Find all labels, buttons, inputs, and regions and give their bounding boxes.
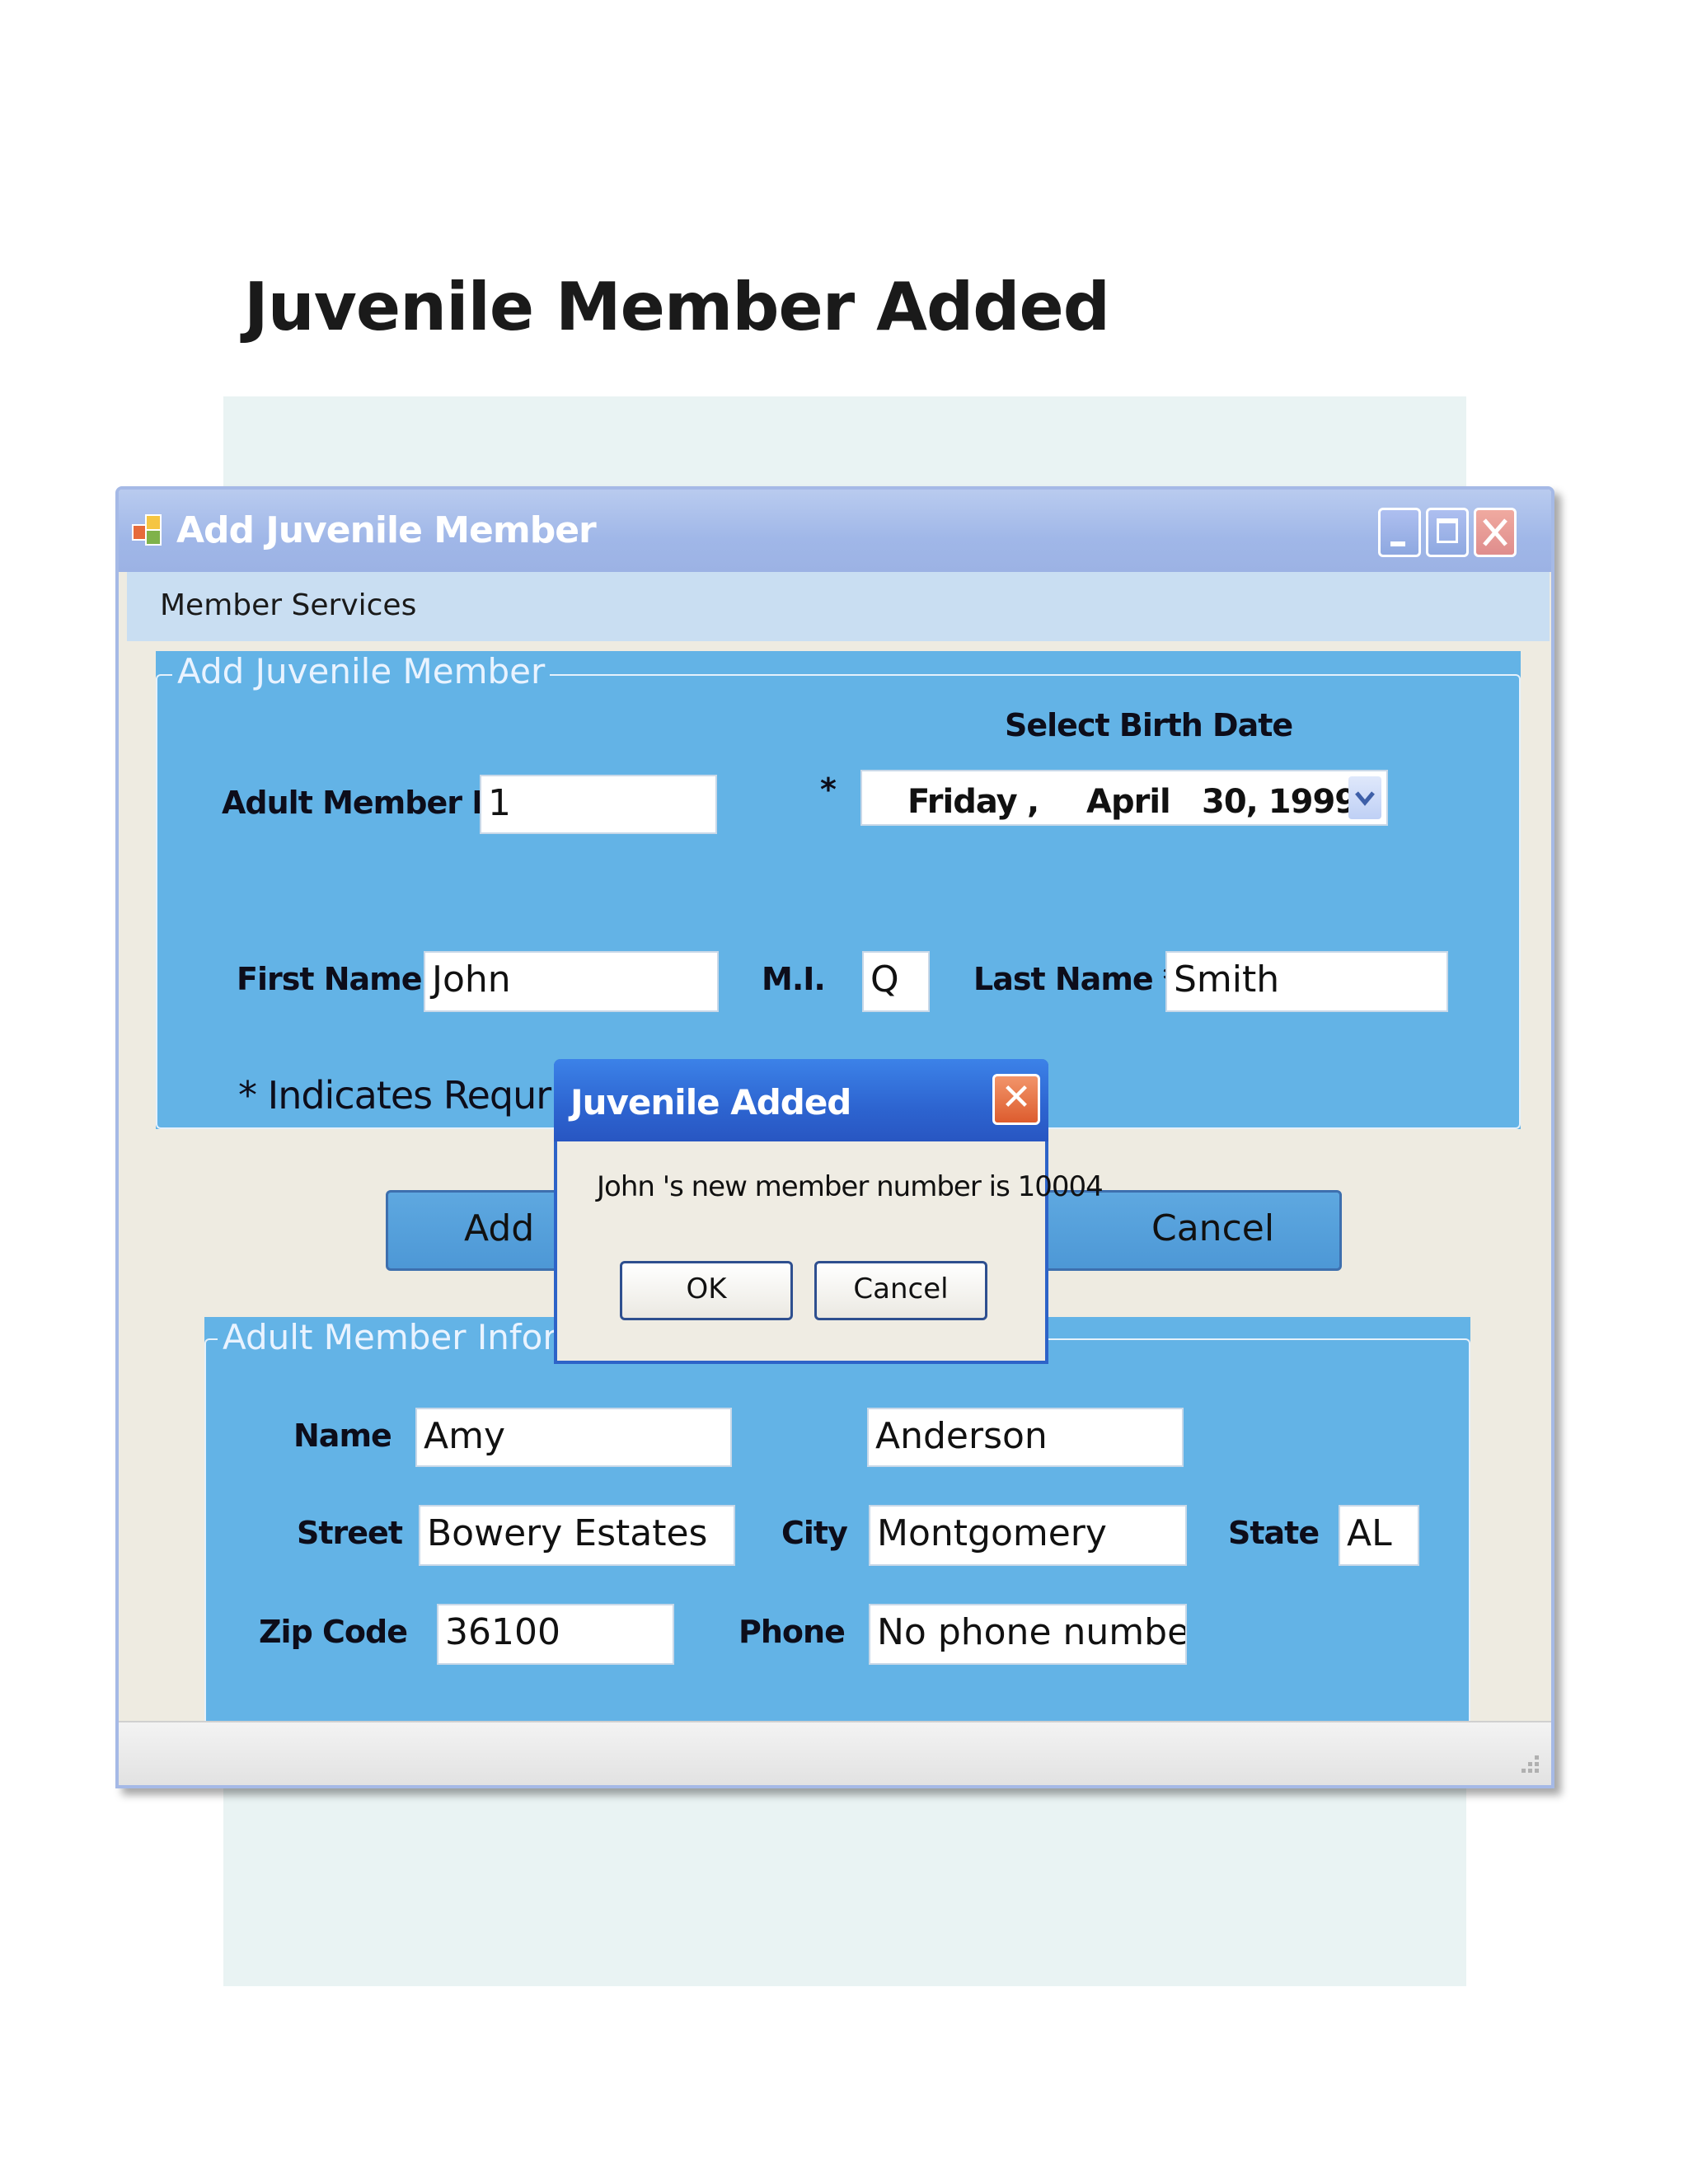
app-icon [132, 514, 163, 547]
mi-input[interactable]: Q [862, 951, 930, 1012]
birth-date-weekday: Friday [907, 783, 1018, 821]
state-label: State [1228, 1515, 1320, 1551]
city-field: Montgomery [869, 1505, 1187, 1566]
window-title: Add Juvenile Member [176, 509, 597, 551]
first-name-input[interactable]: John [424, 951, 719, 1012]
last-name-input[interactable]: Smith [1165, 951, 1448, 1012]
adult-first-name-field: Amy [415, 1408, 732, 1467]
dialog-message: John 's new member number is 10004 [597, 1170, 1104, 1203]
maximize-icon[interactable] [1426, 508, 1469, 557]
menu-member-services[interactable]: Member Services [160, 588, 416, 622]
ok-button[interactable]: OK [620, 1261, 793, 1320]
birth-date-month: April [1086, 783, 1171, 821]
city-label: City [781, 1515, 848, 1551]
dialog-cancel-button[interactable]: Cancel [814, 1261, 987, 1320]
required-note: * Indicates Requrie [238, 1073, 584, 1118]
title-bar[interactable]: Add Juvenile Member [119, 490, 1551, 572]
first-name-label: First Name * [237, 961, 448, 997]
close-icon[interactable] [1474, 508, 1517, 557]
page-title: Juvenile Member Added [244, 269, 1110, 345]
zip-code-field: 36100 [437, 1604, 674, 1665]
last-name-label: Last Name * [973, 961, 1179, 997]
phone-field: No phone number [869, 1604, 1187, 1665]
phone-label: Phone [738, 1614, 846, 1650]
mi-label: M.I. [762, 961, 826, 997]
birth-date-required: * [820, 771, 837, 808]
state-field: AL [1339, 1505, 1419, 1566]
birth-date-day-year: 30, 1999 [1202, 783, 1357, 821]
dialog-title: Juvenile Added [570, 1082, 851, 1122]
name-label: Name [293, 1418, 392, 1454]
birth-date-label: Select Birth Date [1005, 707, 1293, 743]
adult-member-id-input[interactable]: 1 [480, 775, 717, 834]
status-bar [119, 1721, 1551, 1785]
zip-code-label: Zip Code [259, 1614, 408, 1650]
birth-date-separator: , [1027, 783, 1039, 821]
minimize-icon[interactable] [1378, 508, 1421, 557]
resize-grip-icon[interactable] [1510, 1747, 1543, 1780]
group-legend: Adult Member Inform [218, 1317, 595, 1357]
adult-last-name-field: Anderson [867, 1408, 1184, 1467]
menu-bar: Member Services [127, 572, 1550, 641]
adult-member-info-group: Adult Member Inform Name Amy Anderson St… [204, 1317, 1470, 1727]
street-label: Street [297, 1515, 403, 1551]
street-field: Bowery Estates [419, 1505, 735, 1566]
juvenile-member-group: Add Juvenile Member Adult Member ID * 1 … [156, 651, 1521, 1129]
birth-date-picker[interactable]: Friday , April 30, 1999 [860, 770, 1388, 826]
close-icon[interactable]: ✕ [992, 1074, 1040, 1125]
dialog-title-bar[interactable]: Juvenile Added ✕ [554, 1059, 1048, 1141]
chevron-down-icon[interactable] [1348, 776, 1381, 819]
group-legend: Add Juvenile Member [172, 651, 551, 691]
juvenile-added-dialog: Juvenile Added ✕ John 's new member numb… [554, 1059, 1104, 1364]
